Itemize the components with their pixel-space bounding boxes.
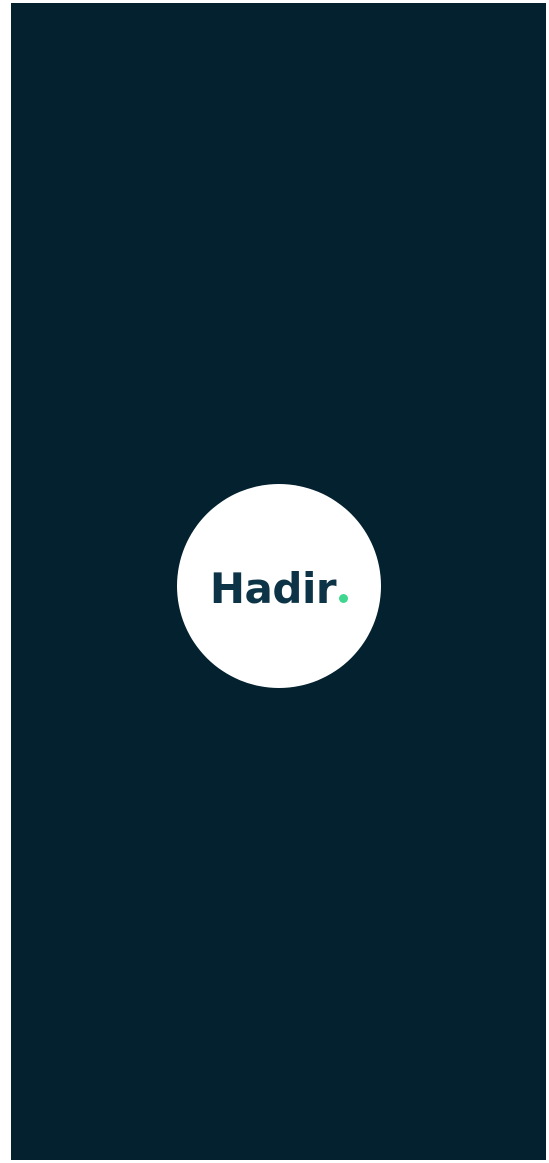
logo-dot-icon: [339, 593, 349, 603]
splash-screen: Hadir: [11, 3, 546, 1160]
app-logo: Hadir: [177, 484, 381, 688]
logo-wordmark: Hadir: [209, 563, 349, 613]
logo-text: Hadir: [209, 563, 337, 613]
